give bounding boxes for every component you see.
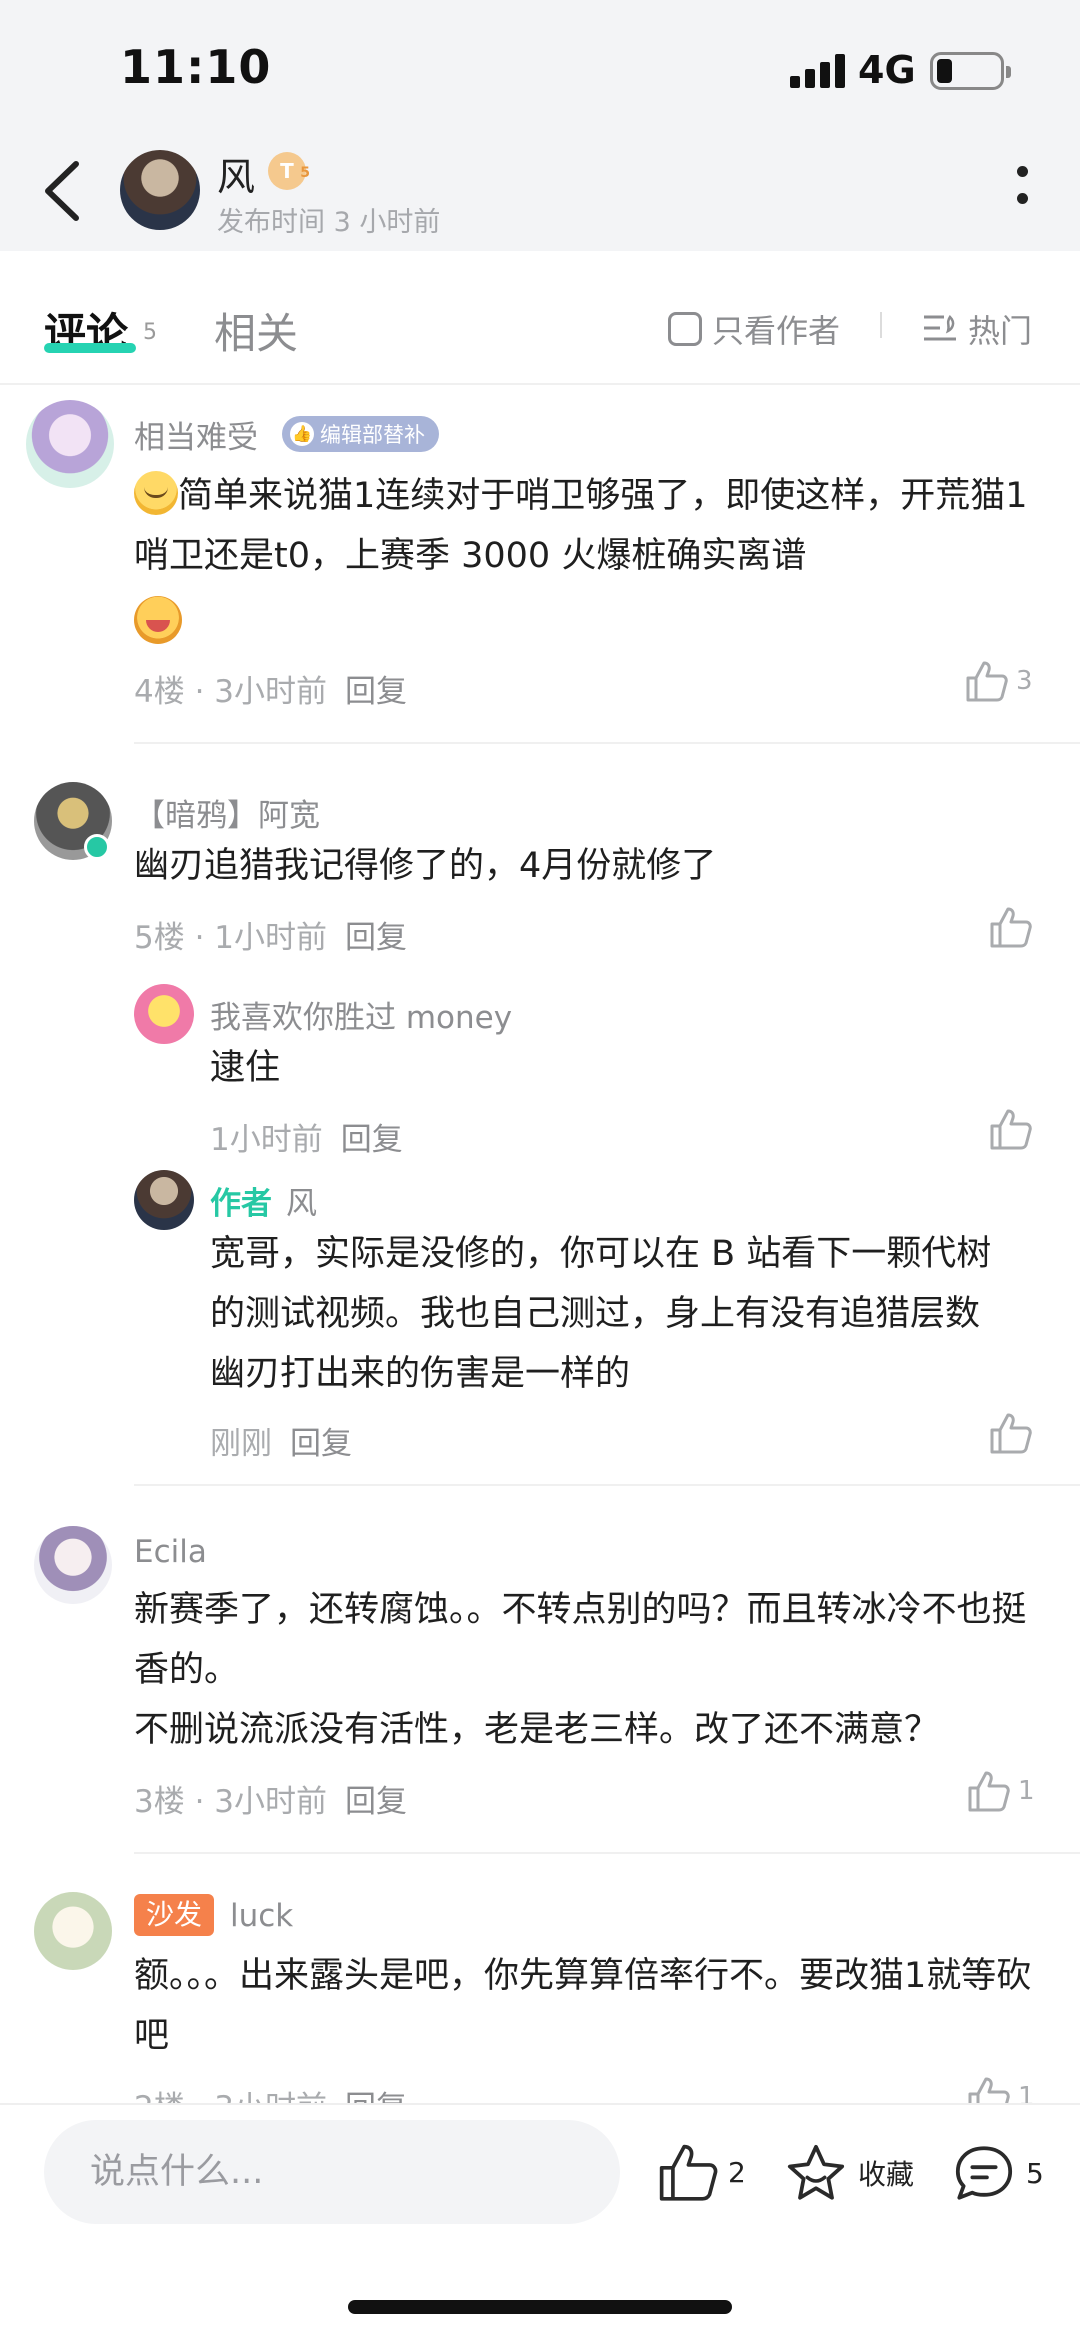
signal-icon xyxy=(790,54,846,88)
reply-button[interactable]: 回复 xyxy=(290,1426,352,1462)
comment-time: 1小时前 xyxy=(214,920,328,956)
avatar[interactable] xyxy=(134,984,194,1044)
publish-time: 发布时间 3 小时前 xyxy=(217,207,441,238)
favorite-button[interactable]: 收藏 xyxy=(784,2142,914,2204)
comment-meta: 3楼 · 3小时前 回复 xyxy=(134,1784,408,1820)
like-count: 3 xyxy=(1016,666,1033,696)
floor-label: 4楼 xyxy=(134,674,185,710)
sort-label: 热门 xyxy=(968,312,1033,350)
reply-button[interactable]: 回复 xyxy=(345,920,407,956)
more-menu-button[interactable] xyxy=(1010,166,1034,216)
comment-username[interactable]: Ecila xyxy=(134,1534,207,1570)
comment-text: 新赛季了，还转腐蚀。。不转点别的吗？而且转冰冷不也挺香的。 不删说流派没有活性，… xyxy=(134,1580,1034,1760)
avatar[interactable] xyxy=(34,1892,112,1970)
reply-meta: 刚刚 回复 xyxy=(210,1418,352,1463)
star-icon xyxy=(787,2144,845,2200)
only-author-label: 只看作者 xyxy=(712,312,841,350)
comment-text-body: 简单来说猫1连续对于哨卫够强了，即使这样，开荒猫1哨卫还是t0，上赛季 3000… xyxy=(134,476,1028,576)
network-label: 4G xyxy=(858,48,916,92)
checkbox-icon xyxy=(668,312,702,346)
comment-separator xyxy=(134,742,1080,744)
status-time: 11:10 xyxy=(120,40,272,94)
comment-username[interactable]: 【暗鸦】阿宽 xyxy=(134,790,320,835)
comment-text: 幽刃追猎我记得修了的，4月份就修了 xyxy=(134,846,717,886)
thumb-up-icon xyxy=(968,1771,1010,1812)
chevron-left-icon xyxy=(45,161,79,221)
thumb-up-icon xyxy=(990,1413,1032,1454)
reply-button[interactable]: 回复 xyxy=(345,1784,407,1820)
editor-badge-label: 编辑部替补 xyxy=(320,423,425,447)
comment-meta: 4楼 · 3小时前 回复 xyxy=(134,674,408,710)
sofa-badge: 沙发 xyxy=(134,1894,215,1936)
comment-input[interactable]: 说点什么... xyxy=(44,2120,620,2224)
comment-separator xyxy=(134,1484,1080,1486)
sort-button[interactable]: 热门 xyxy=(922,306,1032,352)
avatar[interactable] xyxy=(34,1526,112,1604)
level-badge-sub: 5 xyxy=(300,165,310,181)
comment-text: 简单来说猫1连续对于哨卫够强了，即使这样，开荒猫1哨卫还是t0，上赛季 3000… xyxy=(134,466,1034,586)
level-badge-text: T xyxy=(280,159,294,183)
comment-button[interactable]: 5 xyxy=(952,2142,1044,2204)
like-button[interactable] xyxy=(988,906,1040,948)
comment-count: 5 xyxy=(1026,2156,1044,2190)
floor-label: 3楼 xyxy=(134,1784,185,1820)
like-count: 1 xyxy=(1018,1776,1035,1806)
emoji-icon xyxy=(134,596,182,644)
verified-icon xyxy=(84,834,110,860)
comment-text-line: 不删说流派没有活性，老是老三样。改了还不满意？ xyxy=(134,1710,940,1750)
thumb-up-icon xyxy=(966,661,1008,702)
comment-text: 额。。。出来露头是吧，你先算算倍率行不。要改猫1就等砍吧 xyxy=(134,1956,1032,2056)
home-indicator xyxy=(348,2300,732,2314)
like-button[interactable]: 1 xyxy=(966,1770,1035,1812)
reply-button[interactable]: 回复 xyxy=(341,1122,403,1158)
reply-text: 宽哥，实际是没修的，你可以在 B 站看下一颗代树的测试视频。我也自己测过，身上有… xyxy=(210,1234,992,1394)
reply-meta: 1小时前 回复 xyxy=(210,1114,403,1159)
comment-meta: 5楼 · 1小时前 回复 xyxy=(134,920,408,956)
thumb-up-icon xyxy=(659,2144,718,2201)
avatar[interactable] xyxy=(134,1170,194,1230)
editor-badge: 👍 编辑部替补 xyxy=(282,416,439,452)
comment-time: 3小时前 xyxy=(214,1784,328,1820)
thumb-up-icon: 👍 xyxy=(290,422,314,446)
only-author-toggle[interactable]: 只看作者 xyxy=(668,306,840,352)
thumb-up-icon xyxy=(990,907,1032,948)
favorite-label: 收藏 xyxy=(858,2158,915,2191)
sort-icon xyxy=(924,315,956,341)
reply-time: 1小时前 xyxy=(210,1122,323,1158)
like-button[interactable] xyxy=(988,1108,1040,1150)
divider xyxy=(880,312,882,338)
author-name[interactable]: 风 xyxy=(217,146,255,201)
floor-label: 5楼 xyxy=(134,920,185,956)
reply-text: 逮住 xyxy=(210,1048,281,1088)
emoji-icon xyxy=(134,471,178,515)
tab-related[interactable]: 相关 xyxy=(214,300,298,361)
post-like-button[interactable]: 2 xyxy=(656,2142,746,2202)
comment-separator xyxy=(134,1852,1080,1854)
reply-username[interactable]: 我喜欢你胜过 money xyxy=(210,992,512,1037)
back-button[interactable] xyxy=(38,158,88,224)
comment-username[interactable]: 相当难受 xyxy=(134,412,258,457)
author-avatar[interactable] xyxy=(120,150,200,230)
comment-text-line: 新赛季了，还转腐蚀。。不转点别的吗？而且转冰冷不也挺香的。 xyxy=(134,1590,1027,1690)
comment-bubble-icon xyxy=(955,2146,1013,2200)
comments-count: 5 xyxy=(143,320,157,345)
reply-time: 刚刚 xyxy=(210,1426,272,1462)
author-tag: 作者 xyxy=(210,1186,272,1222)
comment-time: 3小时前 xyxy=(214,674,328,710)
tab-active-indicator xyxy=(44,343,136,353)
reply-username[interactable]: 风 xyxy=(286,1178,317,1223)
battery-icon xyxy=(930,52,1011,90)
thumb-up-icon xyxy=(990,1109,1032,1150)
post-like-count: 2 xyxy=(728,2155,746,2189)
level-badge: T 5 xyxy=(268,152,310,190)
reply-button[interactable]: 回复 xyxy=(345,674,407,710)
like-button[interactable] xyxy=(988,1412,1040,1454)
avatar[interactable] xyxy=(26,400,114,488)
tab-divider xyxy=(0,383,1080,385)
comment-username[interactable]: luck xyxy=(230,1898,293,1934)
like-button[interactable]: 3 xyxy=(964,660,1033,702)
